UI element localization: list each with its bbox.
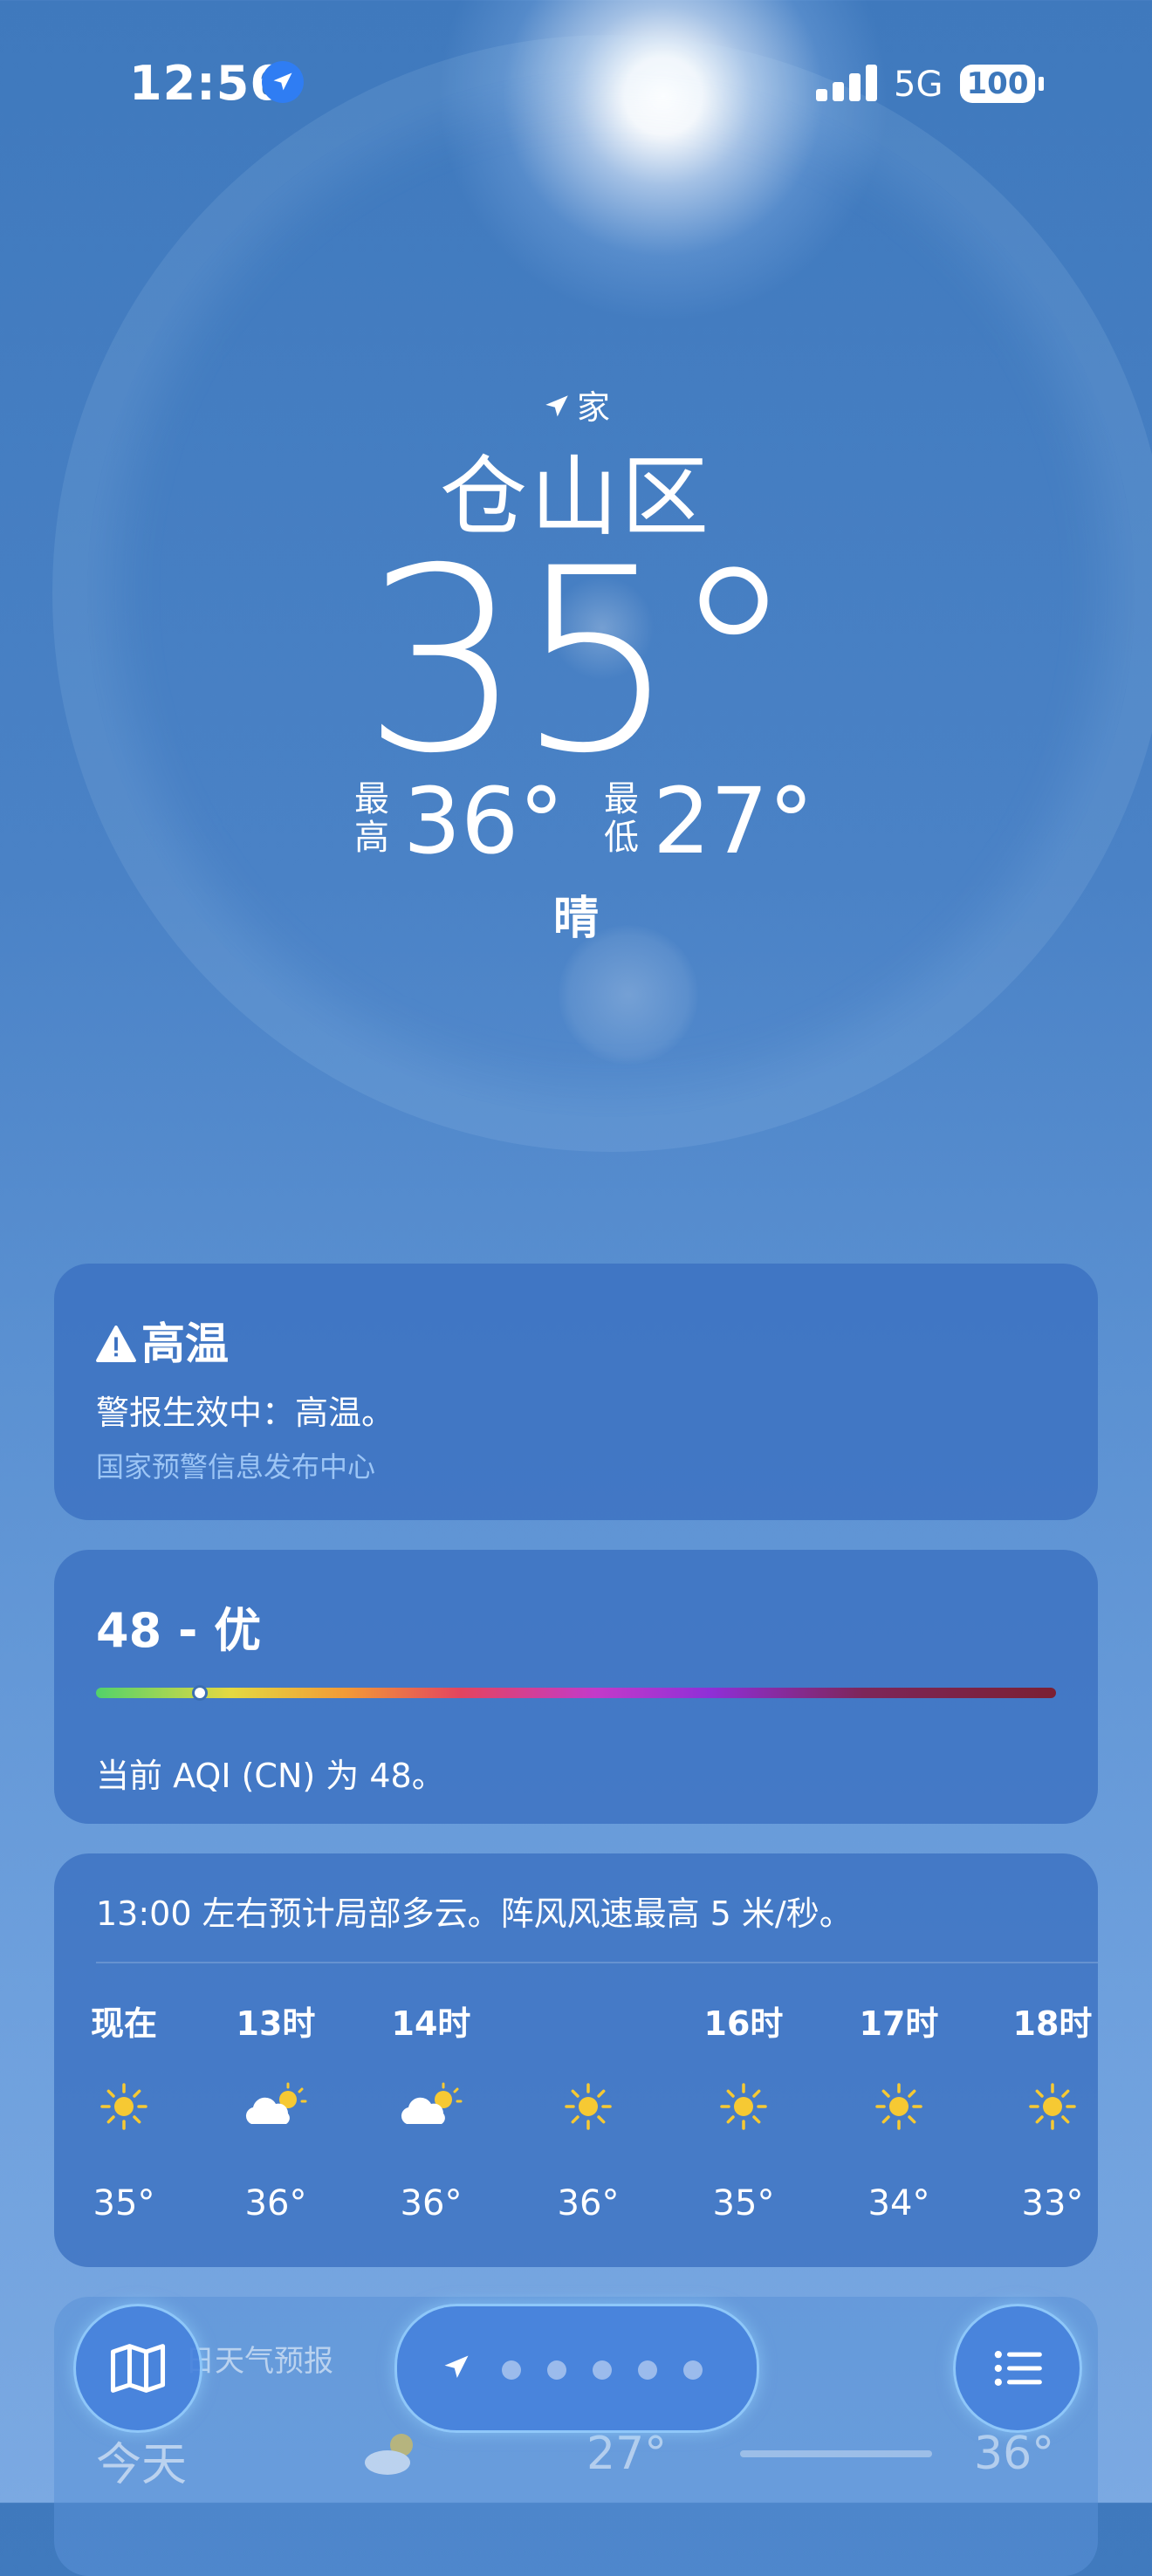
hourly-item: 现在 35° bbox=[63, 1997, 185, 2223]
hourly-summary: 13:00 左右预计局部多云。阵风风速最高 5 米/秒。 bbox=[96, 1894, 853, 1933]
battery-icon: 100 bbox=[960, 65, 1035, 103]
hour-temperature: 33° bbox=[1021, 2183, 1084, 2223]
hour-label: 现在 bbox=[90, 2004, 157, 2043]
map-button[interactable] bbox=[73, 2304, 202, 2433]
map-icon bbox=[110, 2344, 166, 2393]
sun-icon bbox=[991, 2080, 1098, 2133]
hour-label: 18时 bbox=[1012, 2004, 1093, 2043]
high-label: 最高 bbox=[354, 779, 389, 858]
hour-temperature: 36° bbox=[244, 2183, 307, 2223]
alert-body: 警报生效中：高温。 bbox=[96, 1394, 395, 1432]
aqi-description: 当前 AQI (CN) 为 48。 bbox=[96, 1757, 445, 1795]
status-bar: 12:56 5G 100 bbox=[0, 51, 1152, 120]
location-arrow-icon bbox=[542, 391, 572, 429]
hourly-forecast-card[interactable]: 13:00 左右预计局部多云。阵风风速最高 5 米/秒。 现在 35° 13时 36… bbox=[54, 1853, 1098, 2267]
hourly-item: 13时 36° bbox=[215, 1997, 337, 2223]
hour-temperature: 35° bbox=[712, 2183, 775, 2223]
page-dot[interactable] bbox=[638, 2360, 657, 2380]
partly-cloudy-icon bbox=[215, 2080, 337, 2133]
low-label: 最低 bbox=[604, 779, 639, 858]
hour-label bbox=[527, 1997, 649, 2038]
aqi-value: 48 - 优 bbox=[96, 1603, 262, 1658]
aqi-indicator bbox=[192, 1685, 208, 1701]
current-temperature: 35° bbox=[361, 515, 797, 809]
aqi-scale-bar bbox=[96, 1685, 1056, 1701]
alert-title: 高温 bbox=[96, 1309, 229, 1373]
alert-title-text: 高温 bbox=[141, 1319, 229, 1369]
hour-temperature: 36° bbox=[557, 2183, 620, 2223]
hour-temperature: 36° bbox=[400, 2183, 463, 2223]
hourly-item: 17时 34° bbox=[838, 1997, 960, 2223]
hour-label: 13时 bbox=[236, 2004, 316, 2043]
home-location-label: 家 bbox=[0, 380, 1152, 429]
partly-cloudy-icon bbox=[358, 2421, 428, 2485]
daily-high-temp: 36° bbox=[974, 2428, 1055, 2480]
air-quality-card[interactable]: 48 - 优 当前 AQI (CN) 为 48。 bbox=[54, 1550, 1098, 1824]
hourly-item: 36° bbox=[527, 1997, 649, 2223]
weather-condition: 晴 bbox=[552, 893, 599, 945]
network-type: 5G bbox=[894, 65, 943, 105]
list-icon bbox=[994, 2351, 1042, 2386]
location-arrow-icon bbox=[444, 2355, 469, 2378]
hour-label: 16时 bbox=[703, 2004, 784, 2043]
high-temperature: 36° bbox=[403, 768, 565, 874]
page-dot[interactable] bbox=[593, 2360, 612, 2380]
page-dot[interactable] bbox=[547, 2360, 566, 2380]
partly-cloudy-icon bbox=[370, 2080, 492, 2133]
hour-temperature: 35° bbox=[93, 2183, 155, 2223]
cellular-signal-icon bbox=[816, 63, 877, 101]
warning-icon bbox=[96, 1322, 136, 1373]
high-low-temperatures: 最高 36° 最低 27° bbox=[0, 768, 1152, 874]
page-dot[interactable] bbox=[502, 2360, 521, 2380]
hour-label: 17时 bbox=[859, 2004, 939, 2043]
battery-tip bbox=[1039, 77, 1044, 91]
daily-forecast-title: 日天气预报 bbox=[185, 2344, 333, 2379]
divider bbox=[96, 1962, 1098, 1963]
sun-icon bbox=[527, 2080, 649, 2133]
sun-icon bbox=[838, 2080, 960, 2133]
page-dot[interactable] bbox=[683, 2360, 703, 2380]
location-page-indicator[interactable] bbox=[394, 2304, 759, 2433]
location-list-button[interactable] bbox=[953, 2304, 1082, 2433]
hour-label: 14时 bbox=[391, 2004, 471, 2043]
status-time: 12:56 bbox=[129, 56, 284, 111]
weather-alert-card[interactable]: 高温 警报生效中：高温。 国家预警信息发布中心 bbox=[54, 1264, 1098, 1520]
location-services-icon bbox=[262, 61, 304, 103]
sun-icon bbox=[682, 2080, 805, 2133]
low-temperature: 27° bbox=[653, 768, 814, 874]
sun-icon bbox=[63, 2080, 185, 2133]
hour-temperature: 34° bbox=[867, 2183, 930, 2223]
daily-temp-range-bar bbox=[740, 2450, 932, 2457]
hourly-item: 18时 33° bbox=[991, 1997, 1098, 2223]
daily-low-temp: 27° bbox=[586, 2428, 668, 2480]
hourly-item: 16时 35° bbox=[682, 1997, 805, 2223]
hourly-item: 14时 36° bbox=[370, 1997, 492, 2223]
alert-source-link[interactable]: 国家预警信息发布中心 bbox=[96, 1445, 375, 1485]
home-label: 家 bbox=[576, 388, 610, 427]
daily-today-label: 今天 bbox=[96, 2439, 188, 2491]
